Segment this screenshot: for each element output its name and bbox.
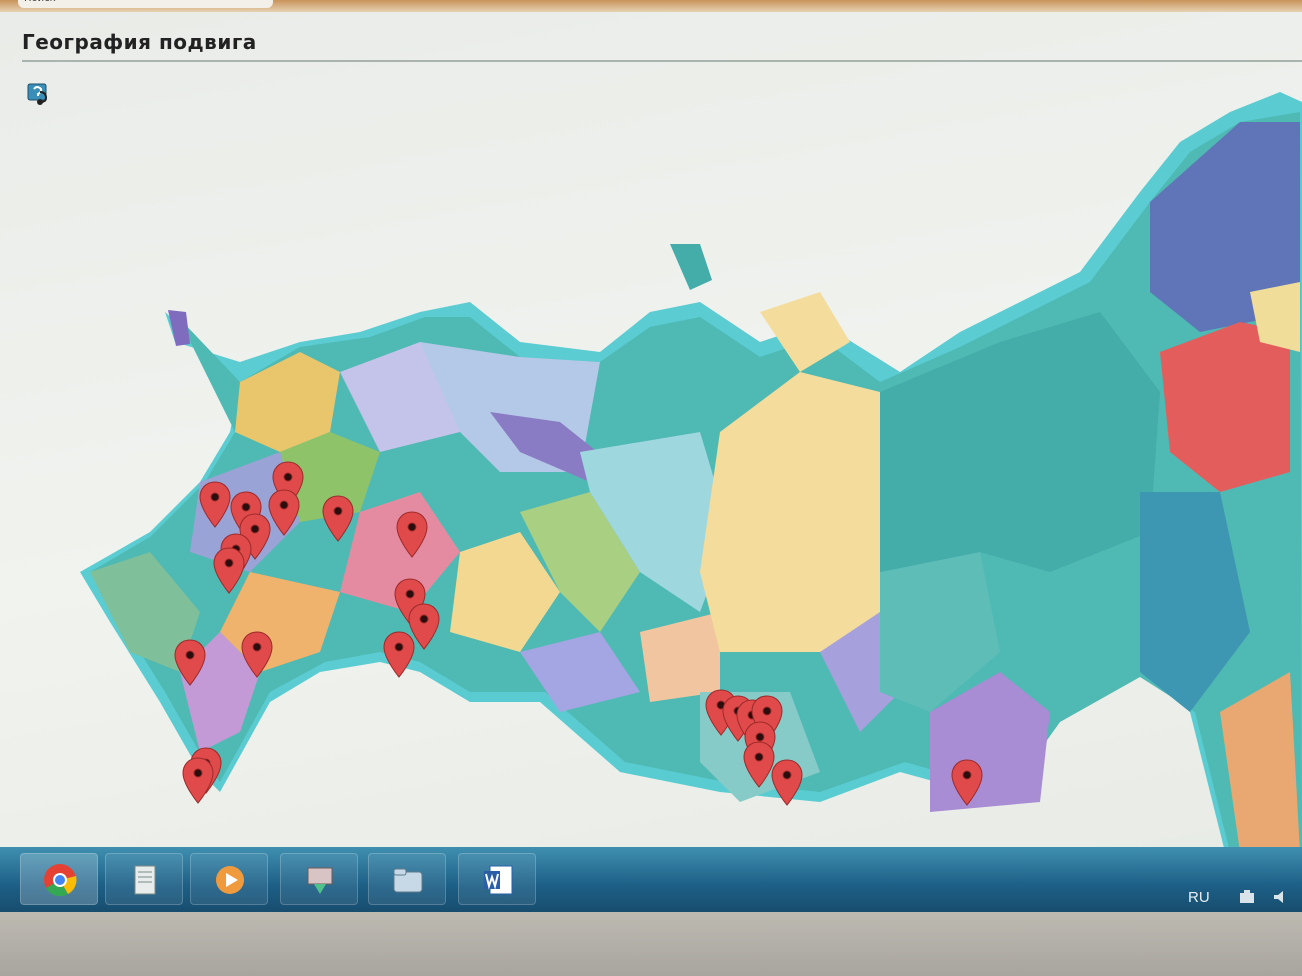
network-icon[interactable] bbox=[1238, 889, 1258, 905]
taskbar-word-button[interactable] bbox=[458, 853, 536, 905]
volume-icon[interactable] bbox=[1272, 889, 1292, 905]
language-indicator[interactable]: RU bbox=[1188, 889, 1210, 906]
taskbar: RU bbox=[0, 847, 1302, 912]
taskbar-explorer-button[interactable] bbox=[368, 853, 446, 905]
taskbar-download-button[interactable] bbox=[280, 853, 358, 905]
taskbar-media-button[interactable] bbox=[190, 853, 268, 905]
page-title: География подвига bbox=[22, 30, 257, 54]
island-novosibirsk bbox=[670, 244, 712, 290]
document-icon bbox=[134, 865, 156, 895]
browser-top-bar: Поиск bbox=[0, 0, 1302, 12]
search-tab[interactable]: Поиск bbox=[18, 0, 273, 8]
help-question-icon[interactable] bbox=[26, 80, 54, 108]
map-marker bbox=[182, 757, 214, 804]
word-icon bbox=[484, 865, 513, 895]
media-player-icon bbox=[216, 866, 244, 894]
taskbar-chrome-button[interactable] bbox=[20, 853, 98, 905]
folder-icon bbox=[393, 868, 423, 893]
map-marker bbox=[383, 631, 415, 678]
taskbar-documents-button[interactable] bbox=[105, 853, 183, 905]
chrome-icon bbox=[44, 864, 77, 897]
russia-map[interactable] bbox=[0, 12, 1302, 847]
download-icon bbox=[307, 867, 333, 894]
region-yakutia bbox=[880, 312, 1160, 572]
title-divider bbox=[22, 60, 1302, 62]
monitor-bezel bbox=[0, 912, 1302, 976]
